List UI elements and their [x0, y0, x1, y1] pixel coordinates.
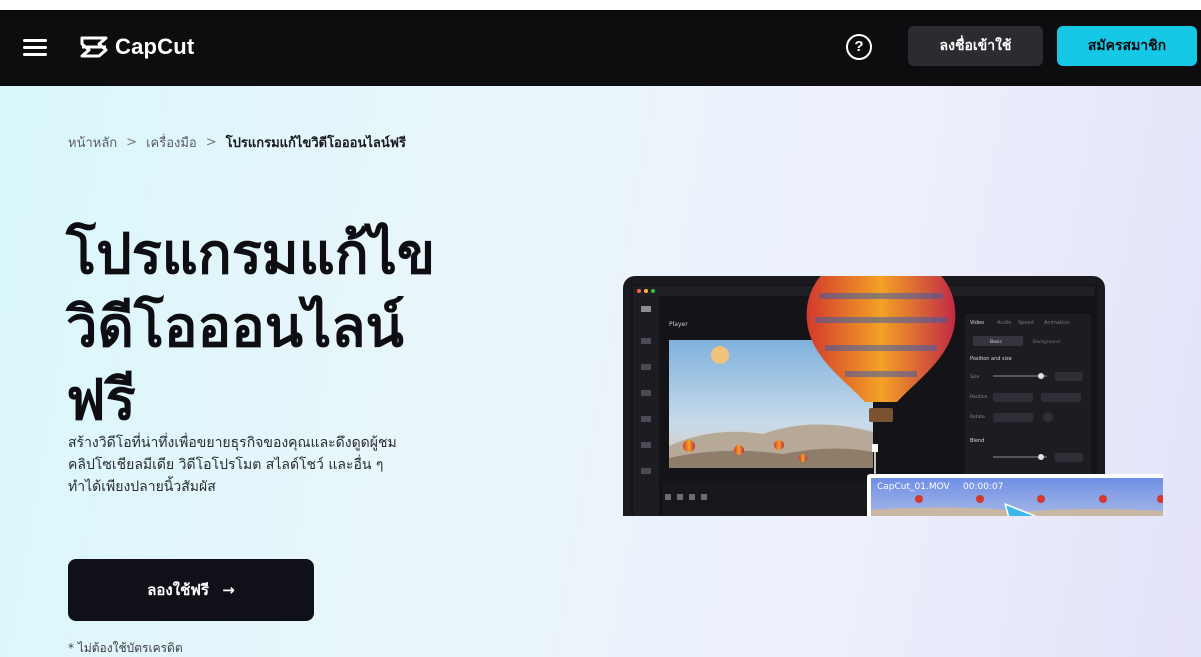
arrow-right-icon: →: [222, 581, 235, 599]
clip-time: 00:00:07: [963, 482, 1003, 492]
title-line: วิดีโอออนไลน์: [66, 295, 404, 360]
description-line: คลิปโซเชียลมีเดีย วิดีโอโปรโมต สไลด์โชว์…: [68, 457, 384, 473]
tab-video: Video: [970, 320, 984, 326]
login-button[interactable]: ลงชื่อเข้าใช้: [908, 26, 1043, 66]
blend-title: Blend: [970, 438, 984, 444]
breadcrumb-separator: >: [126, 135, 138, 150]
clip-name: CapCut_01.MOV: [877, 482, 951, 492]
size-label: Size: [970, 374, 979, 380]
tab-audio: Audio: [997, 320, 1011, 326]
position-label: Position: [970, 394, 988, 400]
subtab-basic: Basic: [990, 339, 1002, 345]
no-credit-card-note: * ไม่ต้องใช้บัตรเครดิต: [68, 641, 183, 655]
rotate-label: Rotate: [970, 414, 985, 420]
breadcrumb-current: โปรแกรมแก้ไขวิดีโอออนไลน์ฟรี: [225, 136, 406, 151]
browser-address-strip: [0, 0, 1201, 10]
title-line: ฟรี: [66, 368, 136, 433]
player-label: Player: [669, 321, 688, 328]
page-title: โปรแกรมแก้ไข วิดีโอออนไลน์ ฟรี: [66, 218, 536, 437]
signup-button[interactable]: สมัครสมาชิก: [1057, 26, 1197, 66]
hero-description: สร้างวิดีโอที่น่าทึ่งเพื่อขยายธุรกิจของค…: [68, 432, 518, 498]
breadcrumb-separator: >: [205, 135, 217, 150]
tab-animation: Animation: [1044, 320, 1070, 326]
description-line: สร้างวิดีโอที่น่าทึ่งเพื่อขยายธุรกิจของค…: [68, 435, 397, 451]
brand-name: CapCut: [115, 34, 195, 59]
title-line: โปรแกรมแก้ไข: [66, 222, 436, 287]
cta-label: ลองใช้ฟรี: [147, 581, 209, 599]
breadcrumb: หน้าหลัก > เครื่องมือ > โปรแกรมแก้ไขวิดี…: [68, 132, 406, 153]
capcut-logo[interactable]: CapCut: [79, 32, 194, 62]
capcut-logo-icon: [80, 36, 108, 58]
description-line: ทำได้เพียงปลายนิ้วสัมผัส: [68, 479, 216, 495]
menu-icon[interactable]: [23, 37, 47, 57]
try-free-button[interactable]: ลองใช้ฟรี →: [68, 559, 314, 621]
help-icon[interactable]: ?: [846, 34, 872, 60]
breadcrumb-tools[interactable]: เครื่องมือ: [146, 132, 197, 153]
breadcrumb-home[interactable]: หน้าหลัก: [68, 132, 117, 153]
top-navbar: CapCut ? ลงชื่อเข้าใช้ สมัครสมาชิก: [0, 10, 1201, 86]
laptop-editor-illustration: Player Video Audio Speed Animation Basic…: [623, 276, 1163, 516]
tab-speed: Speed: [1018, 320, 1034, 326]
hero-section: หน้าหลัก > เครื่องมือ > โปรแกรมแก้ไขวิดี…: [0, 86, 1201, 657]
position-size-title: Position and size: [970, 356, 1012, 362]
subtab-background: Background: [1033, 339, 1060, 345]
